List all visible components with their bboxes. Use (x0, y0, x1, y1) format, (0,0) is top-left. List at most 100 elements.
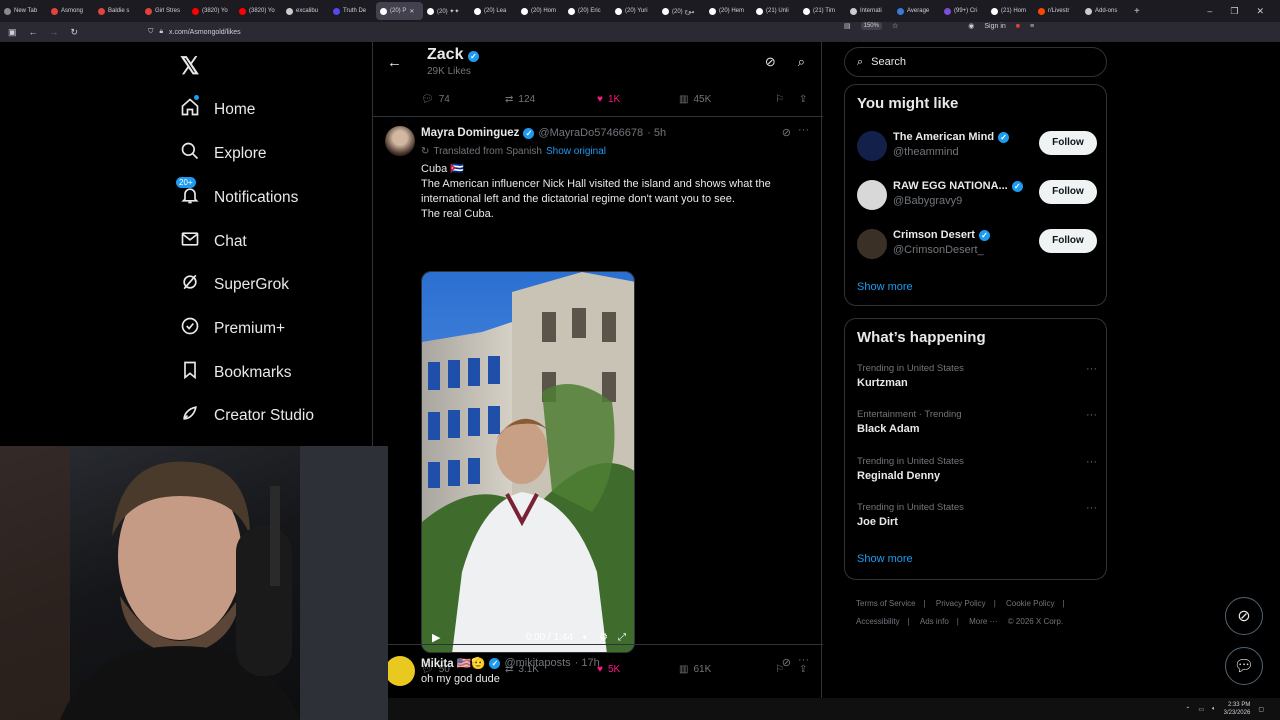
browser-tab[interactable]: Internati (846, 2, 893, 20)
author-handle[interactable]: @MayraDo57466678 (538, 127, 643, 139)
avatar[interactable] (857, 229, 887, 259)
like-button[interactable]: ♥ 1K (597, 94, 679, 105)
follow-button[interactable]: Follow (1039, 131, 1097, 155)
follow-button[interactable]: Follow (1039, 229, 1097, 253)
chat-fab[interactable]: 💬︎ (1225, 647, 1263, 685)
post-author[interactable]: Mayra Dominguez ✓ @MayraDo57466678 · 5h (421, 127, 666, 139)
new-tab-icon[interactable]: + (1128, 6, 1146, 17)
browser-tab[interactable]: Add-ons (1081, 2, 1128, 20)
more-link[interactable]: More ··· (969, 617, 997, 626)
account-name[interactable]: The American Mind ✓ (893, 131, 1010, 143)
follow-button[interactable]: Follow (1039, 180, 1097, 204)
close-tab-icon[interactable]: ✕ (409, 8, 414, 15)
grok-fab[interactable]: ⊘ (1225, 597, 1263, 635)
browser-tab[interactable]: (20) Hom (517, 2, 564, 20)
avatar[interactable] (857, 131, 887, 161)
browser-tab[interactable]: (20) موج (658, 2, 705, 20)
browser-tab[interactable]: (21) Tim (799, 2, 846, 20)
star-icon[interactable]: ☆ (892, 22, 898, 30)
post-video[interactable]: ▶ 0:00 / 1:44 🔈︎ ⚙ ⤢ (421, 271, 635, 653)
nav-item-premium[interactable]: Premium+ (180, 316, 285, 341)
browser-tab[interactable]: (21) Unli (752, 2, 799, 20)
show-original-link[interactable]: Show original (546, 146, 606, 157)
browser-tab[interactable]: (20) Yuri (611, 2, 658, 20)
reply-button[interactable]: 💬︎ 74 (421, 94, 505, 105)
fullscreen-icon[interactable]: ⤢ (618, 632, 626, 643)
account-name-text[interactable]: The American Mind (893, 131, 994, 143)
zoom-level[interactable]: 150% (860, 22, 882, 30)
more-options-icon[interactable]: ··· (1086, 502, 1097, 514)
browser-tab[interactable]: Girl Stres (141, 2, 188, 20)
trend-item[interactable]: Entertainment · Trending Black Adam ··· (857, 409, 1097, 435)
minimize-icon[interactable]: – (1207, 6, 1212, 17)
post-time[interactable]: · 5h (647, 127, 666, 139)
volume-icon[interactable]: 🔈︎ (1212, 706, 1216, 713)
account-name-text[interactable]: Crimson Desert (893, 229, 975, 241)
browser-tab[interactable]: (21) Hom (987, 2, 1034, 20)
nav-item-bookmarks[interactable]: Bookmarks (180, 360, 292, 385)
clock[interactable]: 2:33 PM 3/23/2026 (1224, 701, 1251, 717)
account-handle[interactable]: @Babygravy9 (893, 195, 962, 207)
settings-icon[interactable]: ⚙ (599, 632, 608, 643)
search-icon[interactable]: ⌕ (798, 54, 805, 70)
browser-tab[interactable]: (20) Lea (470, 2, 517, 20)
trend-name[interactable]: Kurtzman (857, 377, 1097, 389)
follow-suggestion[interactable]: RAW EGG NATIONA... ✓ @Babygravy9 Follow (857, 176, 1097, 216)
account-name-text[interactable]: RAW EGG NATIONA... (893, 180, 1008, 192)
browser-tab[interactable]: New Tab (0, 2, 47, 20)
share-icon[interactable]: ⇪ (799, 94, 807, 105)
grok-icon[interactable]: ⊘ (782, 656, 791, 669)
trend-name[interactable]: Black Adam (857, 423, 1097, 435)
author-name[interactable]: Mayra Dominguez (421, 127, 519, 139)
cookie-link[interactable]: Cookie Policy (1006, 599, 1054, 608)
author-handle[interactable]: @mikitaposts (504, 657, 570, 669)
account-name[interactable]: Crimson Desert ✓ (893, 229, 990, 241)
more-options-icon[interactable]: ··· (1086, 409, 1097, 421)
browser-tab[interactable]: Truth De (329, 2, 376, 20)
browser-tab[interactable]: (20) ✦✦ (423, 2, 470, 20)
back-icon[interactable]: ← (29, 27, 38, 38)
follow-suggestion[interactable]: Crimson Desert ✓ @CrimsonDesert_ Follow (857, 225, 1097, 265)
browser-tab[interactable]: (3820) Yo (188, 2, 235, 20)
accessibility-link[interactable]: Accessibility (856, 617, 900, 626)
browser-tab[interactable]: r/Livestr (1034, 2, 1081, 20)
search-input[interactable]: ⌕ Search (844, 47, 1107, 77)
browser-tab[interactable]: (20) Eric (564, 2, 611, 20)
address-bar[interactable]: ⛉ 🔒︎ x.com/Asmongold/likes (148, 28, 241, 36)
browser-tab[interactable]: Average (893, 2, 940, 20)
trend-item[interactable]: Trending in United States Joe Dirt ··· (857, 502, 1097, 528)
nav-item-notifications[interactable]: 20+ Notifications (176, 177, 298, 210)
terms-link[interactable]: Terms of Service (856, 599, 916, 608)
bookmark-icon[interactable]: ⚐ (775, 94, 799, 105)
reader-icon[interactable]: ▤ (844, 22, 851, 30)
post-time[interactable]: · 17h (575, 657, 600, 669)
browser-tab[interactable]: (99+) Cri (940, 2, 987, 20)
avatar[interactable] (857, 180, 887, 210)
forward-icon[interactable]: → (50, 27, 59, 38)
browser-tab[interactable]: (3820) Yo (235, 2, 282, 20)
shield-icon[interactable]: ⛉ (148, 28, 153, 36)
browser-tab[interactable]: (20) Hem (705, 2, 752, 20)
more-options-icon[interactable]: ··· (1086, 363, 1097, 375)
views-button[interactable]: ▥ 45K (679, 94, 775, 105)
nav-item-creator-studio[interactable]: Creator Studio (180, 403, 314, 428)
account-handle[interactable]: @theammind (893, 146, 959, 158)
show-more-link[interactable]: Show more (857, 553, 913, 565)
play-icon[interactable]: ▶ (432, 631, 440, 644)
trend-item[interactable]: Trending in United States Reginald Denny… (857, 456, 1097, 482)
browser-tab[interactable]: excalibu (282, 2, 329, 20)
ads-info-link[interactable]: Ads info (920, 617, 949, 626)
account-handle[interactable]: @CrimsonDesert_ (893, 244, 984, 256)
url-text[interactable]: x.com/Asmongold/likes (169, 29, 241, 36)
trend-item[interactable]: Trending in United States Kurtzman ··· (857, 363, 1097, 389)
volume-icon[interactable]: 🔈︎ (583, 632, 589, 643)
account-name[interactable]: RAW EGG NATIONA... ✓ (893, 180, 1023, 192)
more-options-icon[interactable]: ··· (798, 654, 809, 666)
nav-item-explore[interactable]: Explore (180, 141, 267, 166)
restore-icon[interactable]: ❐ (1230, 6, 1238, 17)
reload-icon[interactable]: ↻ (71, 27, 79, 38)
avatar[interactable] (385, 126, 415, 156)
grok-icon[interactable]: ⊘ (782, 126, 791, 139)
browser-tab[interactable]: Baldie s (94, 2, 141, 20)
post-author[interactable]: Mikita 🇺🇸🫡 ✓ @mikitaposts · 17h (421, 656, 600, 670)
